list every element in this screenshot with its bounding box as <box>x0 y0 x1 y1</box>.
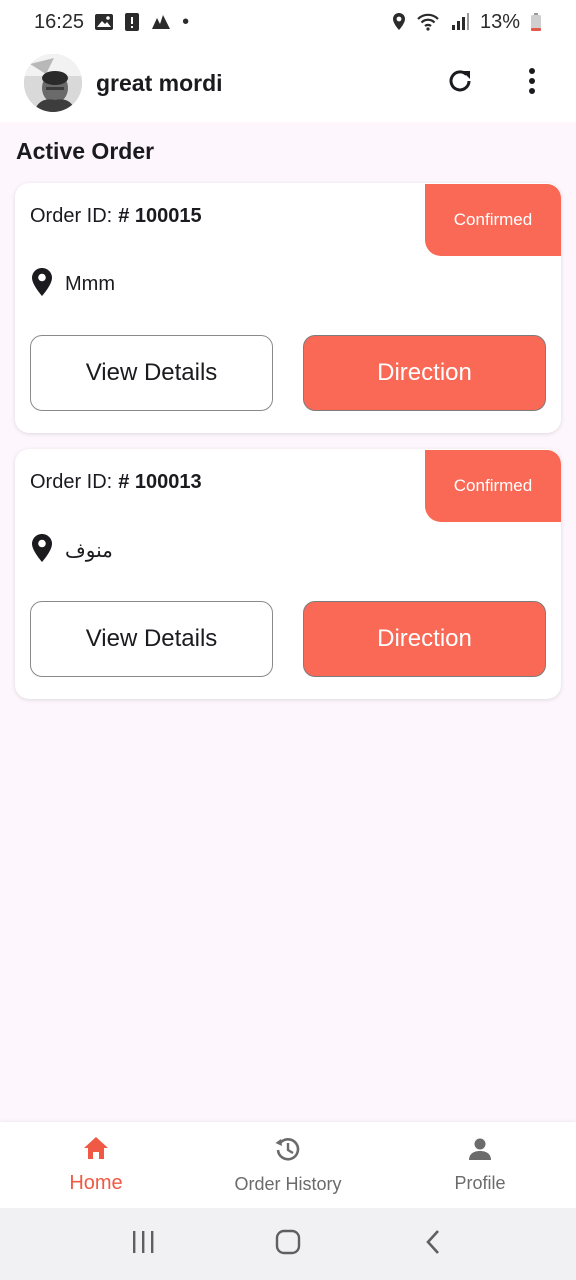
order-card: Order ID: # 100015 Confirmed Mmm View De… <box>15 183 561 433</box>
direction-button[interactable]: Direction <box>303 601 546 677</box>
status-badge: Confirmed <box>425 184 561 256</box>
recent-apps-icon <box>130 1229 156 1260</box>
activity-icon <box>150 12 172 32</box>
recent-apps-button[interactable] <box>119 1220 167 1268</box>
view-details-button[interactable]: View Details <box>30 601 273 677</box>
status-time: 16:25 <box>34 10 85 33</box>
order-id-label: Order ID: <box>30 205 113 227</box>
image-icon <box>94 12 114 32</box>
battery-percent: 13% <box>479 10 520 33</box>
order-id-value: # 100013 <box>118 471 202 493</box>
home-circle-icon <box>274 1228 302 1261</box>
nav-label-profile: Profile <box>454 1173 506 1193</box>
back-button[interactable] <box>409 1220 457 1268</box>
bottom-navigation: Home Order History Profile <box>0 1122 576 1208</box>
user-name: great mordi <box>96 69 223 96</box>
refresh-button[interactable] <box>436 59 484 107</box>
address-text: Mmm <box>65 273 115 295</box>
order-id: Order ID: # 100013 <box>30 471 202 494</box>
home-icon <box>82 1135 110 1166</box>
status-badge: Confirmed <box>425 450 561 522</box>
system-navigation-bar <box>0 1208 576 1280</box>
battery-icon <box>530 12 542 32</box>
location-pin-icon <box>31 533 53 568</box>
address-row: منوف <box>31 533 113 568</box>
refresh-icon <box>446 67 474 100</box>
nav-item-profile[interactable]: Profile <box>384 1122 576 1208</box>
wifi-icon <box>416 12 440 32</box>
nav-label-home: Home <box>69 1172 123 1194</box>
status-right: 13% <box>392 11 542 34</box>
order-id-value: # 100015 <box>118 205 202 227</box>
signal-icon <box>450 12 470 32</box>
page-title: Active Order <box>16 138 155 164</box>
nav-item-home[interactable]: Home <box>0 1122 192 1208</box>
order-id-label: Order ID: <box>30 471 113 493</box>
more-options-button[interactable] <box>508 59 556 107</box>
order-card: Order ID: # 100013 Confirmed منوف View D… <box>15 449 561 699</box>
location-icon <box>392 12 406 32</box>
view-details-button[interactable]: View Details <box>30 335 273 411</box>
chevron-left-icon <box>423 1228 443 1261</box>
avatar[interactable] <box>24 54 82 112</box>
location-pin-icon <box>31 267 53 302</box>
nav-label-order-history: Order History <box>234 1174 342 1194</box>
status-dot: • <box>182 10 190 33</box>
app-bar: great mordi <box>0 44 576 122</box>
person-icon <box>467 1136 493 1167</box>
home-system-button[interactable] <box>264 1220 312 1268</box>
direction-button[interactable]: Direction <box>303 335 546 411</box>
history-icon <box>274 1135 302 1168</box>
more-vertical-icon <box>528 67 536 100</box>
address-text: منوف <box>65 540 113 562</box>
status-bar: 16:25 • 13% <box>0 0 576 44</box>
alert-icon <box>124 12 140 32</box>
address-row: Mmm <box>31 267 115 302</box>
status-left: 16:25 • <box>34 11 189 34</box>
nav-item-order-history[interactable]: Order History <box>192 1122 384 1208</box>
order-id: Order ID: # 100015 <box>30 205 202 228</box>
